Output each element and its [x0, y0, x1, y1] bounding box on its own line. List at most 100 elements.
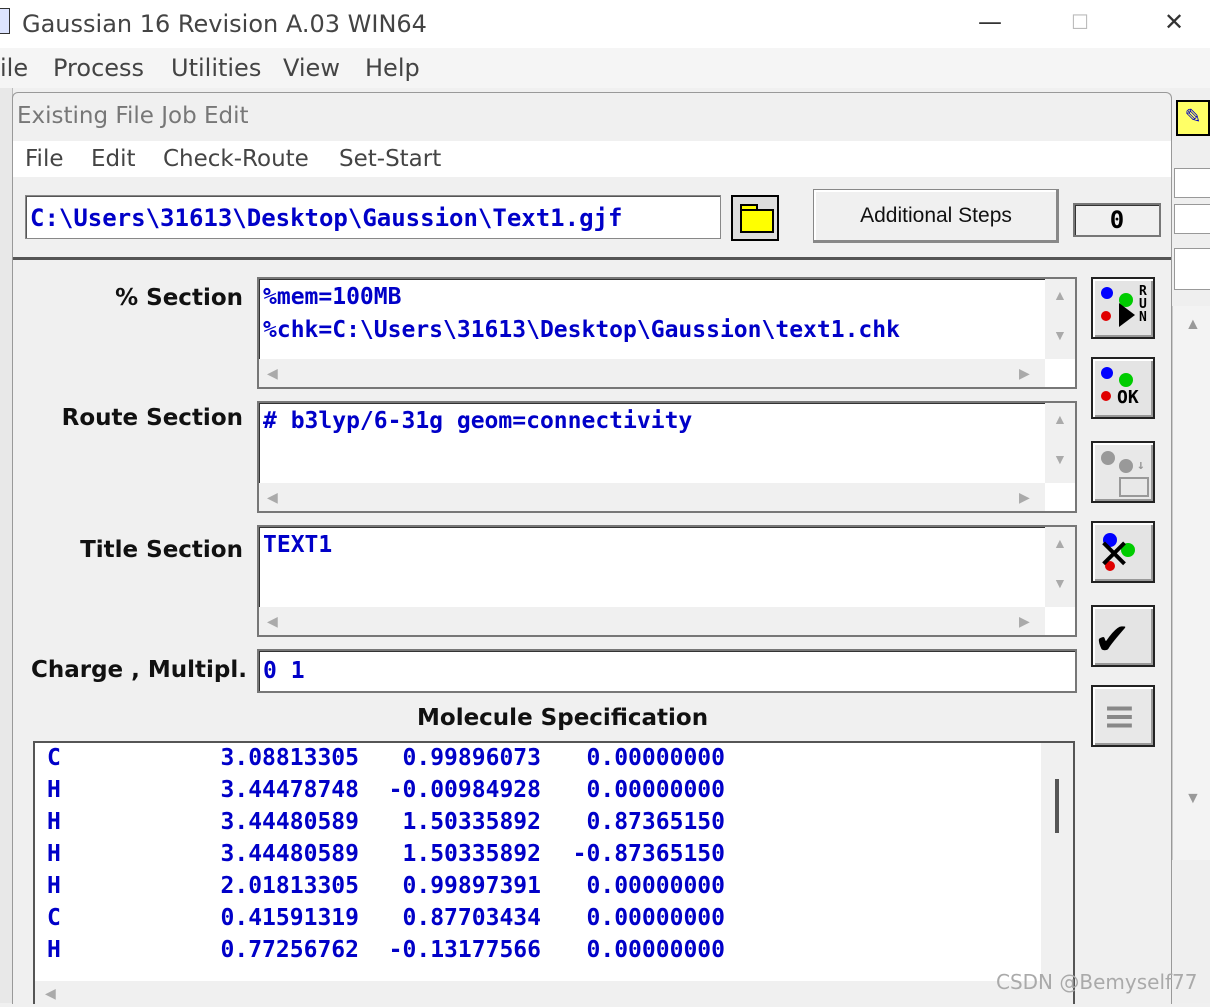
charge-multiplicity-label: Charge , Multipl.: [30, 657, 247, 683]
scroll-down-arrow-icon[interactable]: ▼: [1053, 451, 1067, 467]
edit-note-icon[interactable]: ✎: [1176, 100, 1210, 136]
route-section-textarea[interactable]: # b3lyp/6-31g geom=connectivity ▲ ▼ ◀ ▶: [257, 401, 1077, 513]
atom-coord-y: 0.99896073: [402, 745, 541, 771]
molecule-specification-list[interactable]: C 3.08813305 0.99896073 0.00000000 H 3.444787…: [33, 741, 1075, 1007]
section-divider: [13, 257, 1171, 260]
atom-coord-y: 1.50335892: [402, 841, 541, 867]
percent-vscroll[interactable]: ▲ ▼: [1045, 279, 1075, 359]
file-path-field[interactable]: C:\Users\31613\Desktop\Gaussion\Text1.gj…: [25, 195, 721, 239]
charge-multiplicity-field[interactable]: 0 1: [257, 649, 1077, 693]
save-arrow-text: ↓: [1137, 458, 1145, 473]
scroll-thumb[interactable]: [1055, 779, 1059, 833]
molecule-vscroll[interactable]: [1041, 743, 1073, 1004]
dialog-menubar: File Edit Check-Route Set-Start: [13, 141, 1171, 177]
run-icon-red-dot: [1101, 311, 1111, 321]
molecule-specification-label: Molecule Specification: [417, 705, 709, 731]
percent-line-2: %chk=C:\Users\31613\Desktop\Gaussion\tex…: [263, 317, 900, 343]
title-vscroll[interactable]: ▲ ▼: [1045, 527, 1075, 607]
main-titlebar: Gaussian 16 Revision A.03 WIN64 — ☐ ✕: [0, 0, 1210, 48]
percent-line-1: %mem=100MB: [263, 284, 402, 310]
scroll-left-arrow-icon[interactable]: ◀: [267, 613, 278, 630]
atom-coord-x: 2.01813305: [220, 873, 359, 899]
atom-coord-z: 0.00000000: [586, 937, 725, 963]
scroll-right-arrow-icon[interactable]: ▶: [1019, 365, 1030, 382]
menu-view[interactable]: View: [283, 54, 340, 82]
atom-element: H: [47, 841, 61, 867]
atom-element: H: [47, 873, 61, 899]
percent-section-textarea[interactable]: %mem=100MB %chk=C:\Users\31613\Desktop\G…: [257, 277, 1077, 389]
save-to-folder-button: ↓: [1091, 441, 1155, 503]
close-button[interactable]: ✕: [1144, 0, 1204, 44]
cancel-x-text: ✕: [1099, 522, 1130, 580]
check-button[interactable]: ✔: [1091, 605, 1155, 667]
percent-hscroll[interactable]: ◀ ▶: [259, 359, 1045, 387]
scroll-up-arrow-icon[interactable]: ▲: [1053, 287, 1067, 303]
atom-coord-y: -0.13177566: [388, 937, 541, 963]
menu-utilities[interactable]: Utilities: [171, 54, 261, 82]
maximize-button[interactable]: ☐: [1050, 0, 1110, 44]
ok-icon: [1101, 367, 1113, 379]
scroll-up-arrow-icon[interactable]: ▲: [1053, 411, 1067, 427]
scroll-down-arrow-icon[interactable]: ▼: [1185, 790, 1201, 808]
title-section-textarea[interactable]: TEXT1 ▲ ▼ ◀ ▶: [257, 525, 1077, 637]
scroll-left-arrow-icon[interactable]: ◀: [45, 985, 56, 1002]
scroll-left-arrow-icon[interactable]: ◀: [267, 365, 278, 382]
title-hscroll[interactable]: ◀ ▶: [259, 607, 1045, 635]
ok-text: OK: [1117, 387, 1139, 408]
dialog-menu-set-start[interactable]: Set-Start: [339, 146, 441, 172]
scroll-right-arrow-icon[interactable]: ▶: [1019, 489, 1030, 506]
menu-process[interactable]: Process: [53, 54, 144, 82]
atom-coord-x: 3.44480589: [220, 809, 359, 835]
ok-icon-red-dot: [1101, 391, 1111, 401]
atom-coord-x: 0.77256762: [220, 937, 359, 963]
route-line-1: # b3lyp/6-31g geom=connectivity: [263, 408, 693, 434]
main-window-title: Gaussian 16 Revision A.03 WIN64: [22, 10, 427, 38]
route-hscroll[interactable]: ◀ ▶: [259, 483, 1045, 511]
scroll-left-arrow-icon[interactable]: ◀: [267, 489, 278, 506]
watermark: CSDN @Bemyself77: [996, 970, 1198, 994]
atom-element: C: [47, 745, 61, 771]
scroll-down-arrow-icon[interactable]: ▼: [1053, 327, 1067, 343]
dialog-menu-file[interactable]: File: [25, 146, 64, 172]
gaussian-app-icon[interactable]: [0, 8, 10, 34]
scroll-up-arrow-icon[interactable]: ▲: [1185, 316, 1201, 334]
additional-steps-button[interactable]: Additional Steps: [813, 189, 1059, 243]
atom-coord-z: 0.87365150: [586, 809, 725, 835]
main-vertical-scrollbar[interactable]: ▲ ▼: [1172, 306, 1210, 860]
atom-coord-z: 0.00000000: [586, 905, 725, 931]
percent-section-label: % Section: [115, 285, 243, 311]
atom-element: C: [47, 905, 61, 931]
title-section-label: Title Section: [80, 537, 243, 563]
run-button[interactable]: RUN: [1091, 277, 1155, 339]
steps-count-field: 0: [1073, 203, 1161, 237]
atom-coord-y: 1.50335892: [402, 809, 541, 835]
main-field-2: [1174, 204, 1210, 234]
scroll-down-arrow-icon[interactable]: ▼: [1053, 575, 1067, 591]
atom-coord-x: 3.44478748: [220, 777, 359, 803]
minimize-button[interactable]: —: [960, 0, 1020, 44]
list-icon: ≡: [1105, 688, 1134, 744]
ok-icon-green-dot: [1119, 373, 1133, 387]
molecule-hscroll[interactable]: ◀: [35, 981, 1041, 1007]
job-edit-dialog: Existing File Job Edit File Edit Check-R…: [12, 92, 1172, 1007]
play-arrow-icon: [1119, 303, 1135, 327]
atom-coord-y: -0.00984928: [388, 777, 541, 803]
cancel-button[interactable]: ✕: [1091, 521, 1155, 583]
dialog-menu-check-route[interactable]: Check-Route: [163, 146, 309, 172]
main-field-1: [1174, 168, 1210, 198]
run-text: RUN: [1139, 284, 1147, 325]
dialog-title: Existing File Job Edit: [17, 103, 249, 129]
browse-folder-button[interactable]: [731, 195, 779, 241]
atom-coord-x: 3.44480589: [220, 841, 359, 867]
scroll-up-arrow-icon[interactable]: ▲: [1053, 535, 1067, 551]
main-menubar: ile Process Utilities View Help: [0, 48, 1210, 88]
route-vscroll[interactable]: ▲ ▼: [1045, 403, 1075, 483]
ok-button[interactable]: OK: [1091, 357, 1155, 419]
atom-coord-y: 0.87703434: [402, 905, 541, 931]
menu-help[interactable]: Help: [365, 54, 420, 82]
menu-file[interactable]: ile: [0, 54, 28, 82]
dialog-menu-edit[interactable]: Edit: [91, 146, 136, 172]
atom-element: H: [47, 777, 61, 803]
folder-outline-icon: [1119, 477, 1149, 497]
scroll-right-arrow-icon[interactable]: ▶: [1019, 613, 1030, 630]
